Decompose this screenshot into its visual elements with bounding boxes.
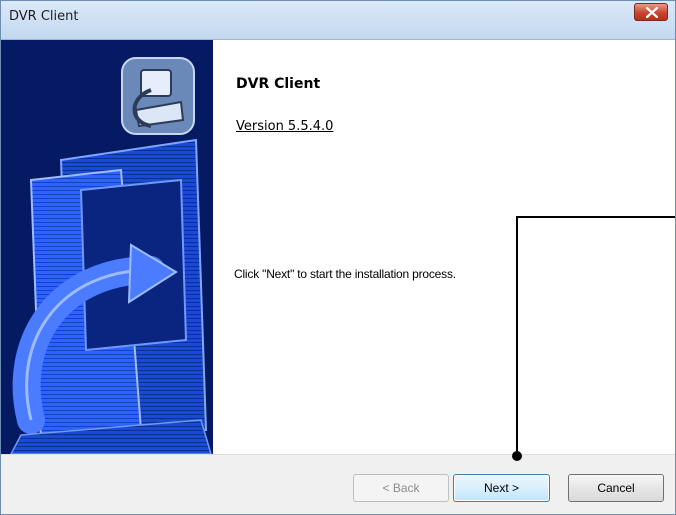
window-title: DVR Client [9,9,79,24]
close-button[interactable] [634,3,668,21]
banner-artwork [10,57,212,454]
callout-dot [512,451,522,461]
back-button[interactable]: < Back [353,474,449,502]
close-icon [646,7,658,18]
cancel-button[interactable]: Cancel [568,474,664,502]
installer-window: DVR Client DVR Client Version 5.5.4.0 Cl… [0,0,676,515]
title-bar[interactable]: DVR Client [1,1,675,40]
next-button[interactable]: Next > [453,474,550,502]
product-heading: DVR Client [236,76,321,92]
version-label: Version 5.5.4.0 [236,119,334,134]
installer-banner-image [1,40,213,454]
instruction-text: Click "Next" to start the installation p… [234,267,456,281]
wizard-content: DVR Client Version 5.5.4.0 Click "Next" … [1,40,675,454]
button-bar: < Back Next > Cancel [1,451,675,514]
